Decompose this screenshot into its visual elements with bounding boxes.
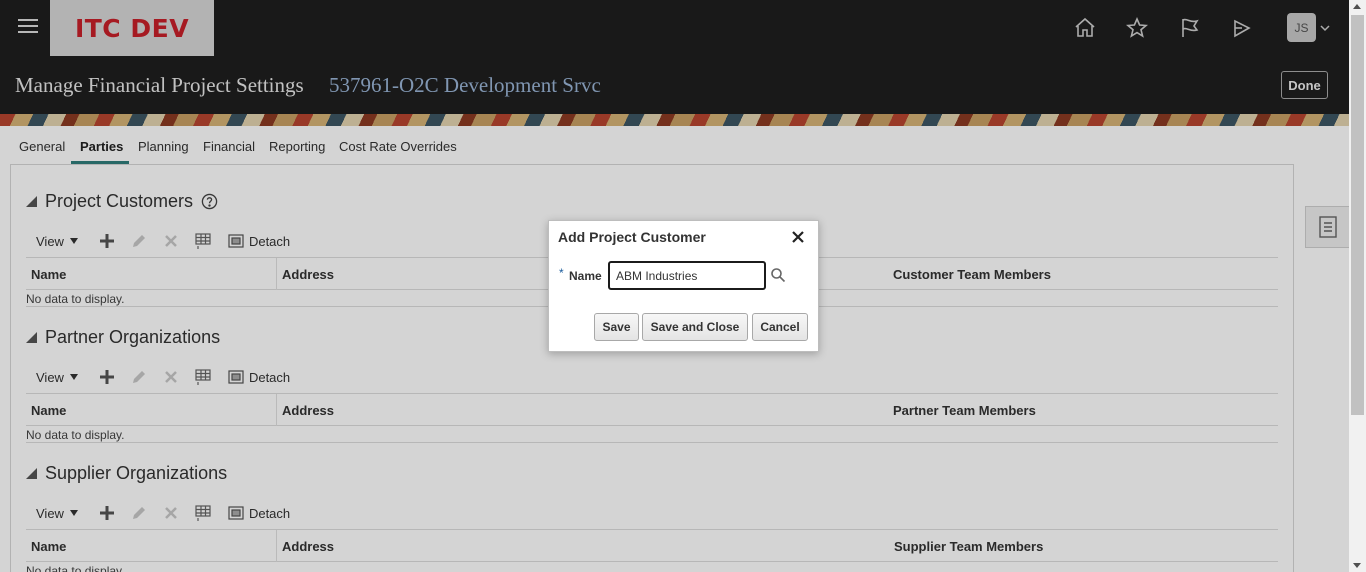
required-indicator: * xyxy=(559,266,564,280)
page-scrollbar[interactable] xyxy=(1349,0,1366,572)
add-project-customer-dialog: Add Project Customer * Name Save Save an… xyxy=(548,220,819,352)
search-icon[interactable] xyxy=(770,267,786,283)
customer-name-input[interactable] xyxy=(608,261,766,290)
save-and-close-button[interactable]: Save and Close xyxy=(642,313,748,341)
dialog-title: Add Project Customer xyxy=(558,229,706,245)
scroll-up-arrow-icon[interactable] xyxy=(1353,4,1361,9)
name-label: Name xyxy=(569,269,602,283)
cancel-button[interactable]: Cancel xyxy=(752,313,808,341)
scrollbar-thumb[interactable] xyxy=(1351,15,1364,415)
scroll-down-arrow-icon[interactable] xyxy=(1353,563,1361,568)
save-button[interactable]: Save xyxy=(594,313,639,341)
close-icon[interactable] xyxy=(791,230,805,244)
